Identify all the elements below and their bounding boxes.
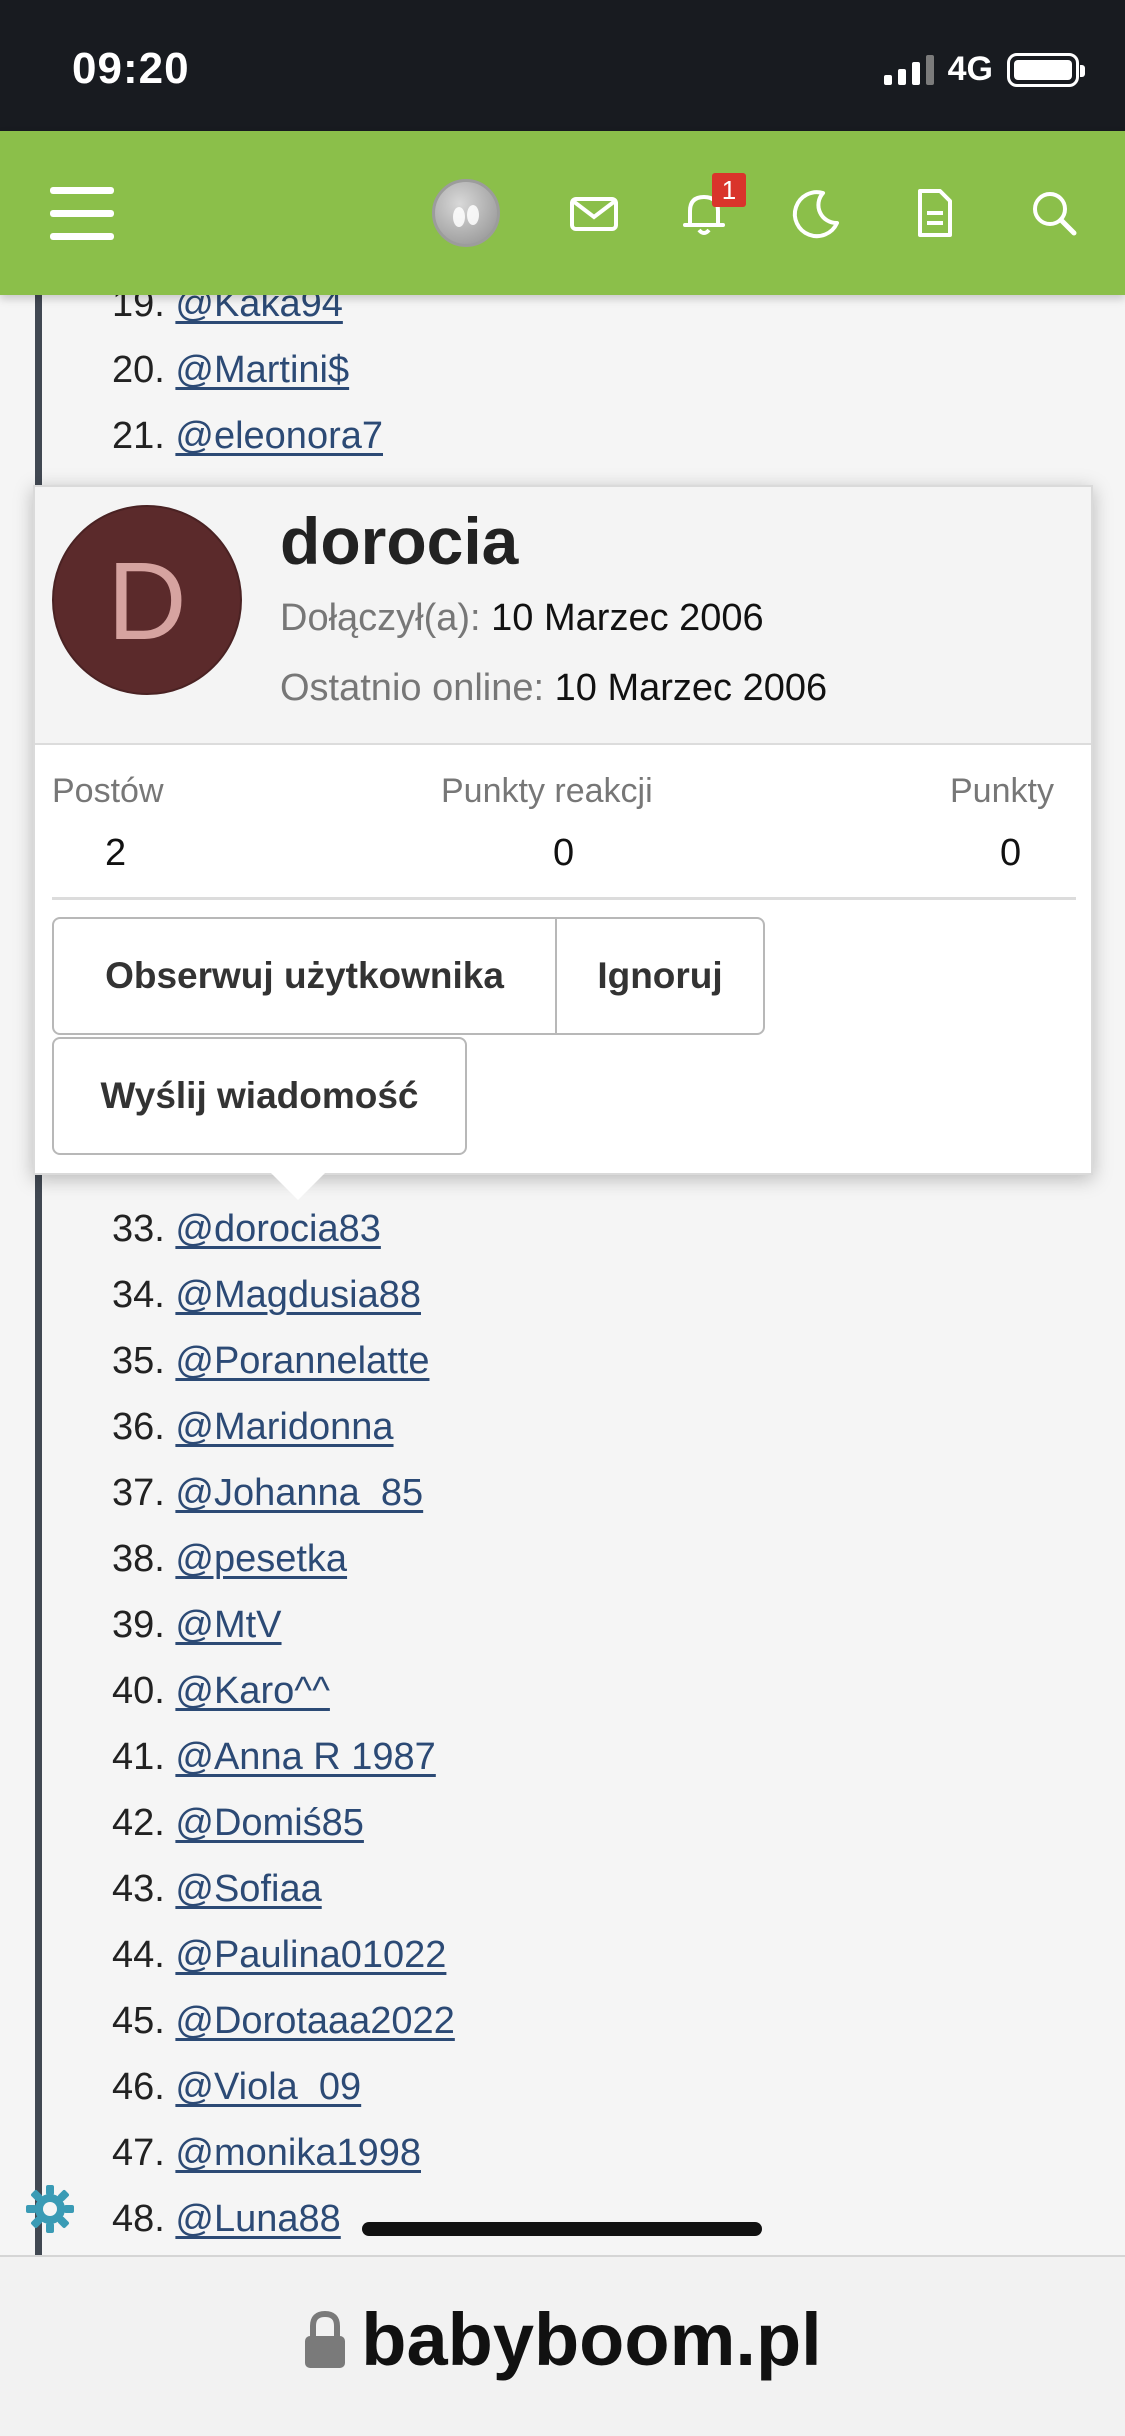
- joined-info: Dołączył(a): 10 Marzec 2006: [280, 597, 764, 640]
- browser-address-bar[interactable]: babyboom.pl: [0, 2255, 1125, 2436]
- app-header: 1: [0, 131, 1125, 295]
- battery-icon: [1007, 52, 1085, 87]
- user-mention-link[interactable]: @eleonora7: [175, 415, 383, 457]
- search-icon[interactable]: [1020, 179, 1088, 247]
- user-mention-link[interactable]: @Domiś85: [175, 1802, 364, 1844]
- member-username[interactable]: dorocia: [280, 503, 518, 579]
- list-item: 44. @Paulina01022: [112, 1934, 447, 1976]
- user-mention-link[interactable]: @Martini$: [175, 349, 349, 391]
- user-mention-link[interactable]: @Paulina01022: [175, 1934, 446, 1976]
- ignore-button[interactable]: Ignoruj: [555, 917, 765, 1035]
- lock-icon: [305, 2310, 346, 2368]
- user-mention-link[interactable]: @Maridonna: [175, 1406, 393, 1448]
- user-mention-link[interactable]: @Johanna_85: [175, 1472, 423, 1514]
- status-time: 09:20: [72, 44, 190, 93]
- list-item: 41. @Anna R 1987: [112, 1736, 436, 1778]
- list-item: 33. @dorocia83: [112, 1208, 381, 1250]
- user-mention-link[interactable]: @Anna R 1987: [175, 1736, 435, 1778]
- stat-reactions-value: 0: [553, 832, 575, 874]
- list-item: 45. @Dorotaaa2022: [112, 2000, 455, 2042]
- menu-icon[interactable]: [50, 187, 114, 241]
- list-item: 35. @Porannelatte: [112, 1340, 430, 1382]
- member-tooltip-card: D dorocia Dołączył(a): 10 Marzec 2006 Os…: [33, 485, 1093, 1175]
- user-mention-link[interactable]: @Karo^^: [175, 1670, 330, 1712]
- user-mention-link[interactable]: @Viola_09: [175, 2066, 361, 2108]
- user-mention-link[interactable]: @dorocia83: [175, 1208, 380, 1250]
- gear-icon[interactable]: [24, 2183, 76, 2235]
- domain-text: babyboom.pl: [361, 2298, 822, 2381]
- list-item: 40. @Karo^^: [112, 1670, 330, 1712]
- member-card-header: D dorocia Dołączył(a): 10 Marzec 2006 Os…: [35, 487, 1091, 745]
- stat-posts-label: Postów: [52, 772, 164, 810]
- list-item: 21. @eleonora7: [112, 415, 383, 457]
- user-mention-link[interactable]: @Porannelatte: [175, 1340, 429, 1382]
- follow-user-button[interactable]: Obserwuj użytkownika: [52, 917, 557, 1035]
- card-pointer-arrow: [270, 1172, 326, 1200]
- stat-reactions-label: Punkty reakcji: [441, 772, 653, 810]
- list-item: 36. @Maridonna: [112, 1406, 394, 1448]
- user-mention-link[interactable]: @pesetka: [175, 1538, 347, 1580]
- last-online-label: Ostatnio online:: [280, 667, 545, 709]
- baby-feet-icon: [453, 205, 479, 227]
- last-online-value: 10 Marzec 2006: [554, 667, 828, 709]
- stat-points-label: Punkty: [950, 772, 1054, 810]
- stat-posts-value: 2: [105, 832, 127, 874]
- signal-icon: [883, 54, 934, 85]
- user-mention-link[interactable]: @Dorotaaa2022: [175, 2000, 454, 2042]
- list-item: 43. @Sofiaa: [112, 1868, 322, 1910]
- notification-badge: 1: [712, 173, 746, 207]
- list-item: 37. @Johanna_85: [112, 1472, 424, 1514]
- envelope-icon[interactable]: [560, 179, 628, 247]
- list-item: 48. @Luna88: [112, 2198, 341, 2240]
- status-bar: 09:20 4G: [0, 0, 1125, 131]
- user-mention-link[interactable]: @Luna88: [175, 2198, 340, 2240]
- user-mention-link[interactable]: @monika1998: [175, 2132, 421, 2174]
- list-item: 20. @Martini$: [112, 349, 350, 391]
- card-divider: [52, 897, 1076, 900]
- list-item: 47. @monika1998: [112, 2132, 421, 2174]
- document-icon[interactable]: [900, 179, 968, 247]
- joined-label: Dołączył(a):: [280, 597, 481, 639]
- list-item: 42. @Domiś85: [112, 1802, 364, 1844]
- address-domain[interactable]: babyboom.pl: [0, 2297, 1125, 2382]
- list-item: 34. @Magdusia88: [112, 1274, 421, 1316]
- status-indicators: 4G: [883, 50, 1085, 89]
- joined-value: 10 Marzec 2006: [491, 597, 764, 639]
- list-item: 46. @Viola_09: [112, 2066, 362, 2108]
- send-message-button[interactable]: Wyślij wiadomość: [52, 1037, 467, 1155]
- user-mention-link[interactable]: @Sofiaa: [175, 1868, 321, 1910]
- list-item: 38. @pesetka: [112, 1538, 348, 1580]
- user-avatar[interactable]: [432, 179, 500, 247]
- user-mention-link[interactable]: @MtV: [175, 1604, 281, 1646]
- list-item: 39. @MtV: [112, 1604, 282, 1646]
- moon-icon[interactable]: [783, 179, 851, 247]
- home-indicator[interactable]: [362, 2222, 762, 2236]
- network-type: 4G: [947, 50, 993, 88]
- member-avatar[interactable]: D: [52, 505, 242, 695]
- stat-points-value: 0: [1000, 832, 1022, 874]
- last-online-info: Ostatnio online: 10 Marzec 2006: [280, 667, 827, 710]
- user-mention-link[interactable]: @Magdusia88: [175, 1274, 421, 1316]
